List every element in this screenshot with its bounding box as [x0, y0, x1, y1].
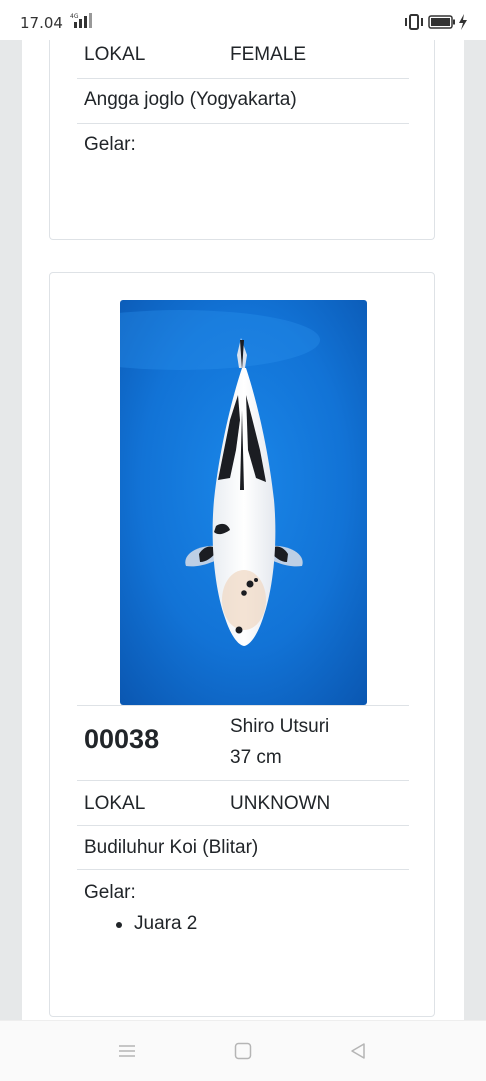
koi-number: 00038: [84, 724, 160, 754]
back-icon[interactable]: [348, 1041, 368, 1066]
koi-card: LOKAL FEMALE Angga joglo (Yogyakarta) Ge…: [49, 40, 435, 240]
vibrate-icon: [404, 14, 424, 35]
battery-icon: [428, 15, 456, 34]
origin-gender-row: LOKAL FEMALE: [77, 40, 409, 79]
gelar-section: Gelar: Juara 2: [77, 870, 409, 1000]
number-variety-row: 00038 Shiro Utsuri 37 cm: [77, 705, 409, 781]
content-container: LOKAL FEMALE Angga joglo (Yogyakarta) Ge…: [22, 40, 464, 1020]
koi-size: 37 cm: [230, 747, 282, 768]
origin-gender-row: LOKAL UNKNOWN: [77, 781, 409, 826]
origin-label: LOKAL: [84, 793, 146, 814]
charging-icon: [458, 14, 468, 35]
gender-label: UNKNOWN: [230, 793, 331, 814]
owner-name: Budiluhur Koi (Blitar): [84, 837, 259, 858]
title-item: Juara 2: [114, 913, 197, 935]
gelar-label: Gelar:: [84, 882, 136, 903]
home-icon[interactable]: [233, 1041, 253, 1066]
gelar-label: Gelar:: [84, 134, 136, 155]
status-time: 17.04: [20, 14, 63, 32]
koi-photo[interactable]: [120, 300, 367, 705]
network-type-label: 4G: [70, 13, 79, 20]
owner-row: Budiluhur Koi (Blitar): [77, 826, 409, 870]
title-list: Juara 2: [114, 913, 197, 935]
gender-label: FEMALE: [230, 44, 307, 65]
signal-icon: 4G: [70, 12, 96, 35]
gelar-section: Gelar:: [77, 124, 409, 224]
origin-label: LOKAL: [84, 44, 146, 65]
scroll-area[interactable]: LOKAL FEMALE Angga joglo (Yogyakarta) Ge…: [0, 40, 486, 1020]
owner-name: Angga joglo (Yogyakarta): [84, 89, 297, 110]
navigation-bar: [0, 1020, 486, 1081]
menu-icon[interactable]: [117, 1041, 137, 1066]
status-bar: 17.04 4G: [0, 0, 486, 40]
koi-card: 00038 Shiro Utsuri 37 cm LOKAL UNKNOWN B…: [49, 272, 435, 1017]
koi-variety: Shiro Utsuri: [230, 716, 330, 737]
owner-row: Angga joglo (Yogyakarta): [77, 79, 409, 124]
